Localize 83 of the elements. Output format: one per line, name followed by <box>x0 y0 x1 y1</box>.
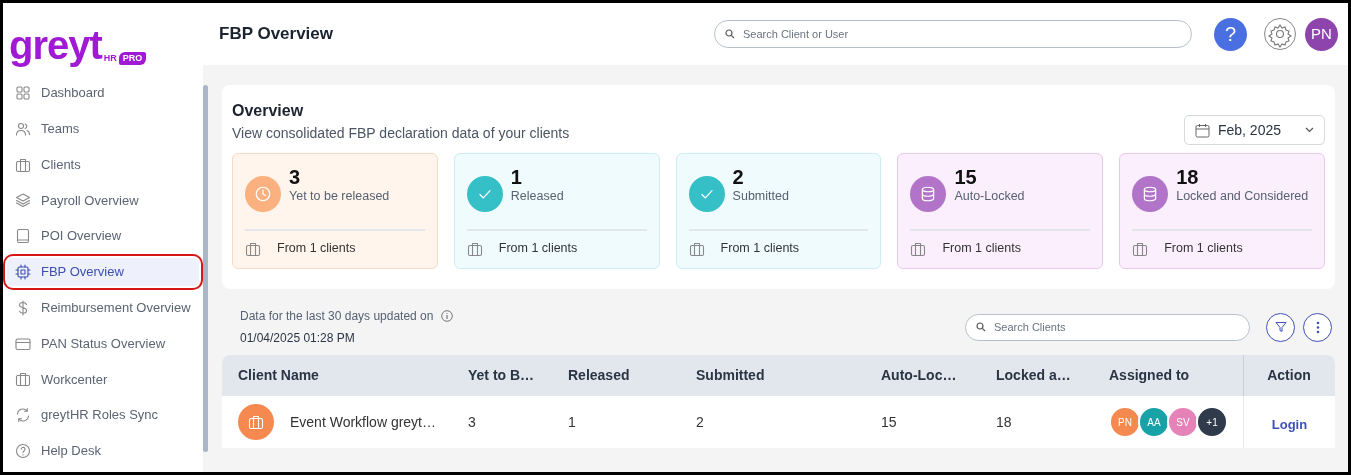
login-link[interactable]: Login <box>1271 415 1308 435</box>
sidebar-item[interactable]: Workcenter <box>7 365 199 394</box>
filter-button[interactable] <box>1266 312 1295 342</box>
calendar-icon <box>1194 122 1210 138</box>
sidebar-item[interactable]: POI Overview <box>7 222 199 251</box>
page-title: FBP Overview <box>219 23 334 46</box>
table-cell-text: 2 <box>695 412 705 432</box>
sidebar-item[interactable]: Teams <box>7 114 199 143</box>
table-cell-text: 18 <box>995 412 1013 432</box>
people-icon <box>15 120 31 137</box>
scrollbar-thumb[interactable] <box>202 85 208 452</box>
month-picker[interactable]: Feb, 2025 <box>1183 115 1325 145</box>
search-icon <box>976 322 986 332</box>
table-cell-text: 15 <box>880 412 898 432</box>
sidebar-item[interactable]: Payroll Overview <box>7 186 199 215</box>
briefcase-icon <box>910 240 927 257</box>
briefcase-icon <box>466 240 483 257</box>
assignee-avatar: +1 <box>1196 406 1228 438</box>
briefcase-icon <box>245 240 261 257</box>
column-header: Assigned to <box>1108 366 1191 385</box>
briefcase-icon <box>1132 240 1149 257</box>
more-button[interactable] <box>1303 312 1332 342</box>
stat-count: 3 <box>289 166 302 188</box>
sidebar-item[interactable]: Dashboard <box>7 79 199 107</box>
stat-footer: From 1 clients <box>720 239 800 258</box>
user-avatar[interactable]: PN <box>1305 17 1338 51</box>
briefcase-icon <box>688 240 705 257</box>
section-subtitle: View consolidated FBP declaration data of your clients <box>232 124 570 143</box>
card-icon <box>15 335 31 352</box>
stat-count: 2 <box>732 166 745 188</box>
chip-icon <box>15 264 31 280</box>
info-icon[interactable] <box>441 310 454 322</box>
stat-footer: From 1 clients <box>1164 239 1243 258</box>
sidebar-item[interactable]: PAN Status Overview <box>7 329 199 358</box>
column-header: Action <box>1243 355 1335 396</box>
briefcase-icon <box>15 156 31 173</box>
stat-label: Yet to be released <box>289 188 390 205</box>
sidebar-item[interactable]: Clients <box>7 150 199 179</box>
sidebar-item[interactable]: Reimbursement Overview <box>7 293 199 322</box>
client-search-field[interactable]: Search Clients <box>965 313 1250 341</box>
clock-icon <box>254 185 272 203</box>
update-note: Data for the last 30 days updated on <box>240 308 434 325</box>
assignee-avatar: PN <box>1109 406 1141 438</box>
stat-label: Locked and Considered <box>1176 188 1309 205</box>
column-header: Submitted <box>695 366 766 385</box>
chevron-down-icon <box>1305 127 1314 133</box>
sidebar-item[interactable]: greytHR Roles Sync <box>7 401 199 430</box>
column-header: Locked a… <box>995 366 1072 385</box>
settings-icon[interactable] <box>1263 17 1297 51</box>
column-header: Yet to B… <box>467 366 536 385</box>
assignee-avatar: SV <box>1167 406 1199 438</box>
stat-footer: From 1 clients <box>498 239 578 258</box>
table-cell-text: 3 <box>467 412 477 432</box>
stat-footer: From 1 clients <box>942 239 1021 258</box>
sidebar-item[interactable]: Help Desk <box>7 436 199 465</box>
column-header: Released <box>567 366 631 385</box>
stat-count: 18 <box>1176 166 1200 188</box>
stat-count: 1 <box>510 166 523 188</box>
search-field[interactable]: Search Client or User <box>714 20 1192 48</box>
briefcase-icon <box>15 371 31 388</box>
grid-icon <box>15 85 31 101</box>
column-header: Auto-Loc… <box>880 366 958 385</box>
help-button[interactable]: ? <box>1214 17 1247 51</box>
stat-footer: From 1 clients <box>277 239 356 258</box>
briefcase-icon <box>248 414 264 430</box>
assignee-avatar: AA <box>1138 406 1170 438</box>
stat-label: Submitted <box>732 188 789 205</box>
column-header: Client Name <box>237 366 320 385</box>
section-title: Overview <box>232 101 305 121</box>
table-cell-text: 1 <box>567 412 577 432</box>
logo: greytHR PRO <box>9 17 199 65</box>
client-name: Event Workflow greyt… <box>290 412 436 432</box>
layers-icon <box>15 192 31 209</box>
filter-icon <box>1274 321 1287 333</box>
stat-label: Released <box>510 188 564 205</box>
stat-count: 15 <box>954 166 978 188</box>
book-icon <box>15 228 31 245</box>
stat-label: Auto-Locked <box>954 188 1025 205</box>
update-timestamp: 01/04/2025 01:28 PM <box>240 330 356 347</box>
search-icon <box>725 29 735 39</box>
sync-icon <box>15 407 31 424</box>
help-icon <box>15 442 31 459</box>
more-icon <box>1315 320 1320 334</box>
